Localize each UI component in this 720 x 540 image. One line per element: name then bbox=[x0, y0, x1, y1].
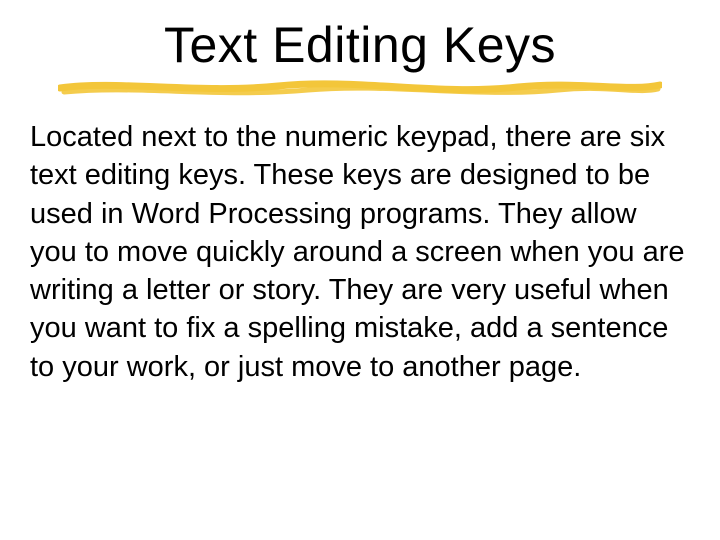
title-wrap: Text Editing Keys bbox=[0, 18, 720, 73]
slide: Text Editing Keys Located next to the nu… bbox=[0, 0, 720, 540]
title-underline-icon bbox=[58, 76, 662, 98]
slide-body-text: Located next to the numeric keypad, ther… bbox=[30, 118, 690, 386]
slide-title: Text Editing Keys bbox=[164, 18, 556, 73]
